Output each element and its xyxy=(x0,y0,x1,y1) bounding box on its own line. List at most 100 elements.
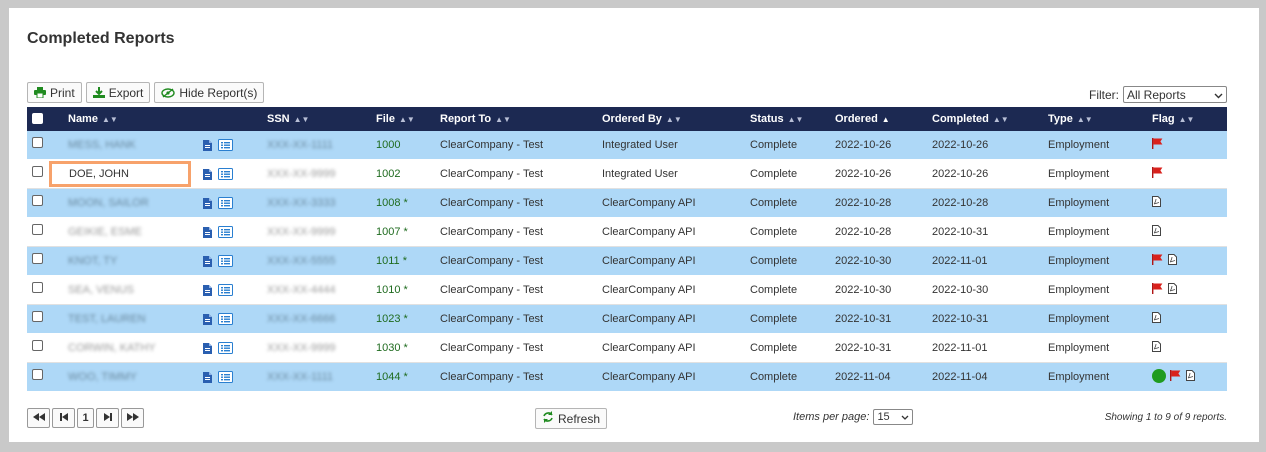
row-file-link[interactable]: 1008 * xyxy=(376,189,408,217)
list-view-icon[interactable] xyxy=(218,313,233,325)
pdf-icon[interactable] xyxy=(1186,370,1195,384)
table-row[interactable]: SEA, VENUS XXX-XX-4444 1010 * ClearCompa… xyxy=(27,276,1227,305)
table-row[interactable]: CORWIN, KATHY XXX-XX-9999 1030 * ClearCo… xyxy=(27,334,1227,363)
pdf-icon[interactable] xyxy=(1152,312,1161,326)
row-checkbox[interactable] xyxy=(32,369,43,380)
col-ssn[interactable]: SSN ▲▼ xyxy=(267,107,309,131)
document-icon[interactable] xyxy=(203,313,212,325)
table-row[interactable]: GEIKIE, ESME XXX-XX-9999 1007 * ClearCom… xyxy=(27,218,1227,247)
col-file[interactable]: File ▲▼ xyxy=(376,107,415,131)
row-flags xyxy=(1152,305,1161,333)
row-checkbox[interactable] xyxy=(32,224,43,235)
row-completed: 2022-10-26 xyxy=(932,139,989,151)
last-page-button[interactable] xyxy=(121,408,144,428)
hide-reports-button[interactable]: Hide Report(s) xyxy=(154,82,265,103)
document-icon[interactable] xyxy=(203,284,212,296)
table-row[interactable]: WOO, TIMMY XXX-XX-1111 1044 * ClearCompa… xyxy=(27,363,1227,392)
row-file-link[interactable]: 1023 * xyxy=(376,305,408,333)
filter-group: Filter: All Reports xyxy=(1089,86,1227,103)
row-completed: 2022-10-31 xyxy=(932,313,989,325)
row-report-to: ClearCompany - Test xyxy=(440,197,544,209)
sort-icon: ▲▼ xyxy=(992,114,1009,124)
list-view-icon[interactable] xyxy=(218,284,233,296)
filter-selected-value: All Reports xyxy=(1127,87,1186,102)
col-ordered[interactable]: Ordered ▲ xyxy=(835,107,890,131)
hide-label: Hide Report(s) xyxy=(179,85,258,100)
row-name: SEA, VENUS xyxy=(68,284,135,296)
table-row[interactable]: TEST, LAUREN XXX-XX-6666 1023 * ClearCom… xyxy=(27,305,1227,334)
sort-icon: ▲▼ xyxy=(101,114,118,124)
pdf-icon[interactable] xyxy=(1152,225,1161,239)
refresh-button[interactable]: Refresh xyxy=(535,408,608,429)
select-all-checkbox[interactable] xyxy=(32,113,43,124)
document-icon[interactable] xyxy=(203,371,212,383)
document-icon[interactable] xyxy=(203,342,212,354)
row-ordered-by: ClearCompany API xyxy=(602,197,696,209)
pdf-icon[interactable] xyxy=(1168,283,1177,297)
first-page-button[interactable] xyxy=(27,408,50,428)
row-flags xyxy=(1152,334,1161,362)
sort-icon: ▲▼ xyxy=(665,114,682,124)
col-ordered-by[interactable]: Ordered By ▲▼ xyxy=(602,107,682,131)
row-type: Employment xyxy=(1048,226,1110,238)
list-view-icon[interactable] xyxy=(218,255,233,267)
row-checkbox[interactable] xyxy=(32,340,43,351)
col-completed[interactable]: Completed ▲▼ xyxy=(932,107,1009,131)
table-row[interactable]: MESS, HANK XXX-XX-1111 1000 ClearCompany… xyxy=(27,131,1227,160)
col-type[interactable]: Type ▲▼ xyxy=(1048,107,1093,131)
row-checkbox[interactable] xyxy=(32,166,43,177)
row-file-link[interactable]: 1044 * xyxy=(376,363,408,391)
table-row[interactable]: DOE, JOHN XXX-XX-9999 1002 ClearCompany … xyxy=(27,160,1227,189)
pdf-icon[interactable] xyxy=(1152,341,1161,355)
items-per-page-select[interactable]: 15 xyxy=(873,409,914,425)
row-status: Complete xyxy=(750,342,798,354)
prev-page-button[interactable] xyxy=(52,408,75,428)
col-name[interactable]: Name ▲▼ xyxy=(68,107,118,131)
row-status: Complete xyxy=(750,226,798,238)
row-file-link[interactable]: 1011 * xyxy=(376,247,407,275)
row-checkbox[interactable] xyxy=(32,253,43,264)
row-file-link[interactable]: 1002 xyxy=(376,160,400,188)
table-row[interactable]: MOON, SAILOR XXX-XX-3333 1008 * ClearCom… xyxy=(27,189,1227,218)
row-select-cell xyxy=(27,305,49,333)
row-ssn: XXX-XX-6666 xyxy=(267,313,336,325)
row-checkbox[interactable] xyxy=(32,311,43,322)
list-view-icon[interactable] xyxy=(218,226,233,238)
row-file-link[interactable]: 1000 xyxy=(376,131,400,159)
col-flag[interactable]: Flag ▲▼ xyxy=(1152,107,1194,131)
download-icon xyxy=(92,87,105,98)
row-checkbox[interactable] xyxy=(32,282,43,293)
list-view-icon[interactable] xyxy=(218,371,233,383)
current-page[interactable]: 1 xyxy=(77,408,94,428)
row-completed: 2022-11-01 xyxy=(932,255,988,267)
row-checkbox[interactable] xyxy=(32,195,43,206)
table-row[interactable]: KNOT, TY XXX-XX-5555 1011 * ClearCompany… xyxy=(27,247,1227,276)
row-file-link[interactable]: 1030 * xyxy=(376,334,408,362)
row-checkbox[interactable] xyxy=(32,137,43,148)
row-file-link[interactable]: 1007 * xyxy=(376,218,408,246)
col-report-to[interactable]: Report To ▲▼ xyxy=(440,107,511,131)
col-status[interactable]: Status ▲▼ xyxy=(750,107,803,131)
list-view-icon[interactable] xyxy=(218,197,233,209)
sort-asc-icon: ▲ xyxy=(881,114,890,124)
list-view-icon[interactable] xyxy=(218,342,233,354)
row-file-link[interactable]: 1010 * xyxy=(376,276,408,304)
filter-select[interactable]: All Reports xyxy=(1123,86,1227,103)
red-flag-icon xyxy=(1152,167,1164,181)
pdf-icon[interactable] xyxy=(1168,254,1177,268)
document-icon[interactable] xyxy=(203,197,212,209)
list-view-icon[interactable] xyxy=(218,139,233,151)
print-button[interactable]: Print xyxy=(27,82,82,103)
document-icon[interactable] xyxy=(203,139,212,151)
export-button[interactable]: Export xyxy=(85,82,151,103)
next-page-button[interactable] xyxy=(96,408,119,428)
row-actions xyxy=(203,189,233,217)
document-icon[interactable] xyxy=(203,168,212,180)
document-icon[interactable] xyxy=(203,255,212,267)
row-actions xyxy=(203,276,233,304)
green-circle-icon xyxy=(1152,368,1166,386)
list-view-icon[interactable] xyxy=(218,168,233,180)
eye-slash-icon xyxy=(161,87,176,98)
pdf-icon[interactable] xyxy=(1152,196,1161,210)
document-icon[interactable] xyxy=(203,226,212,238)
